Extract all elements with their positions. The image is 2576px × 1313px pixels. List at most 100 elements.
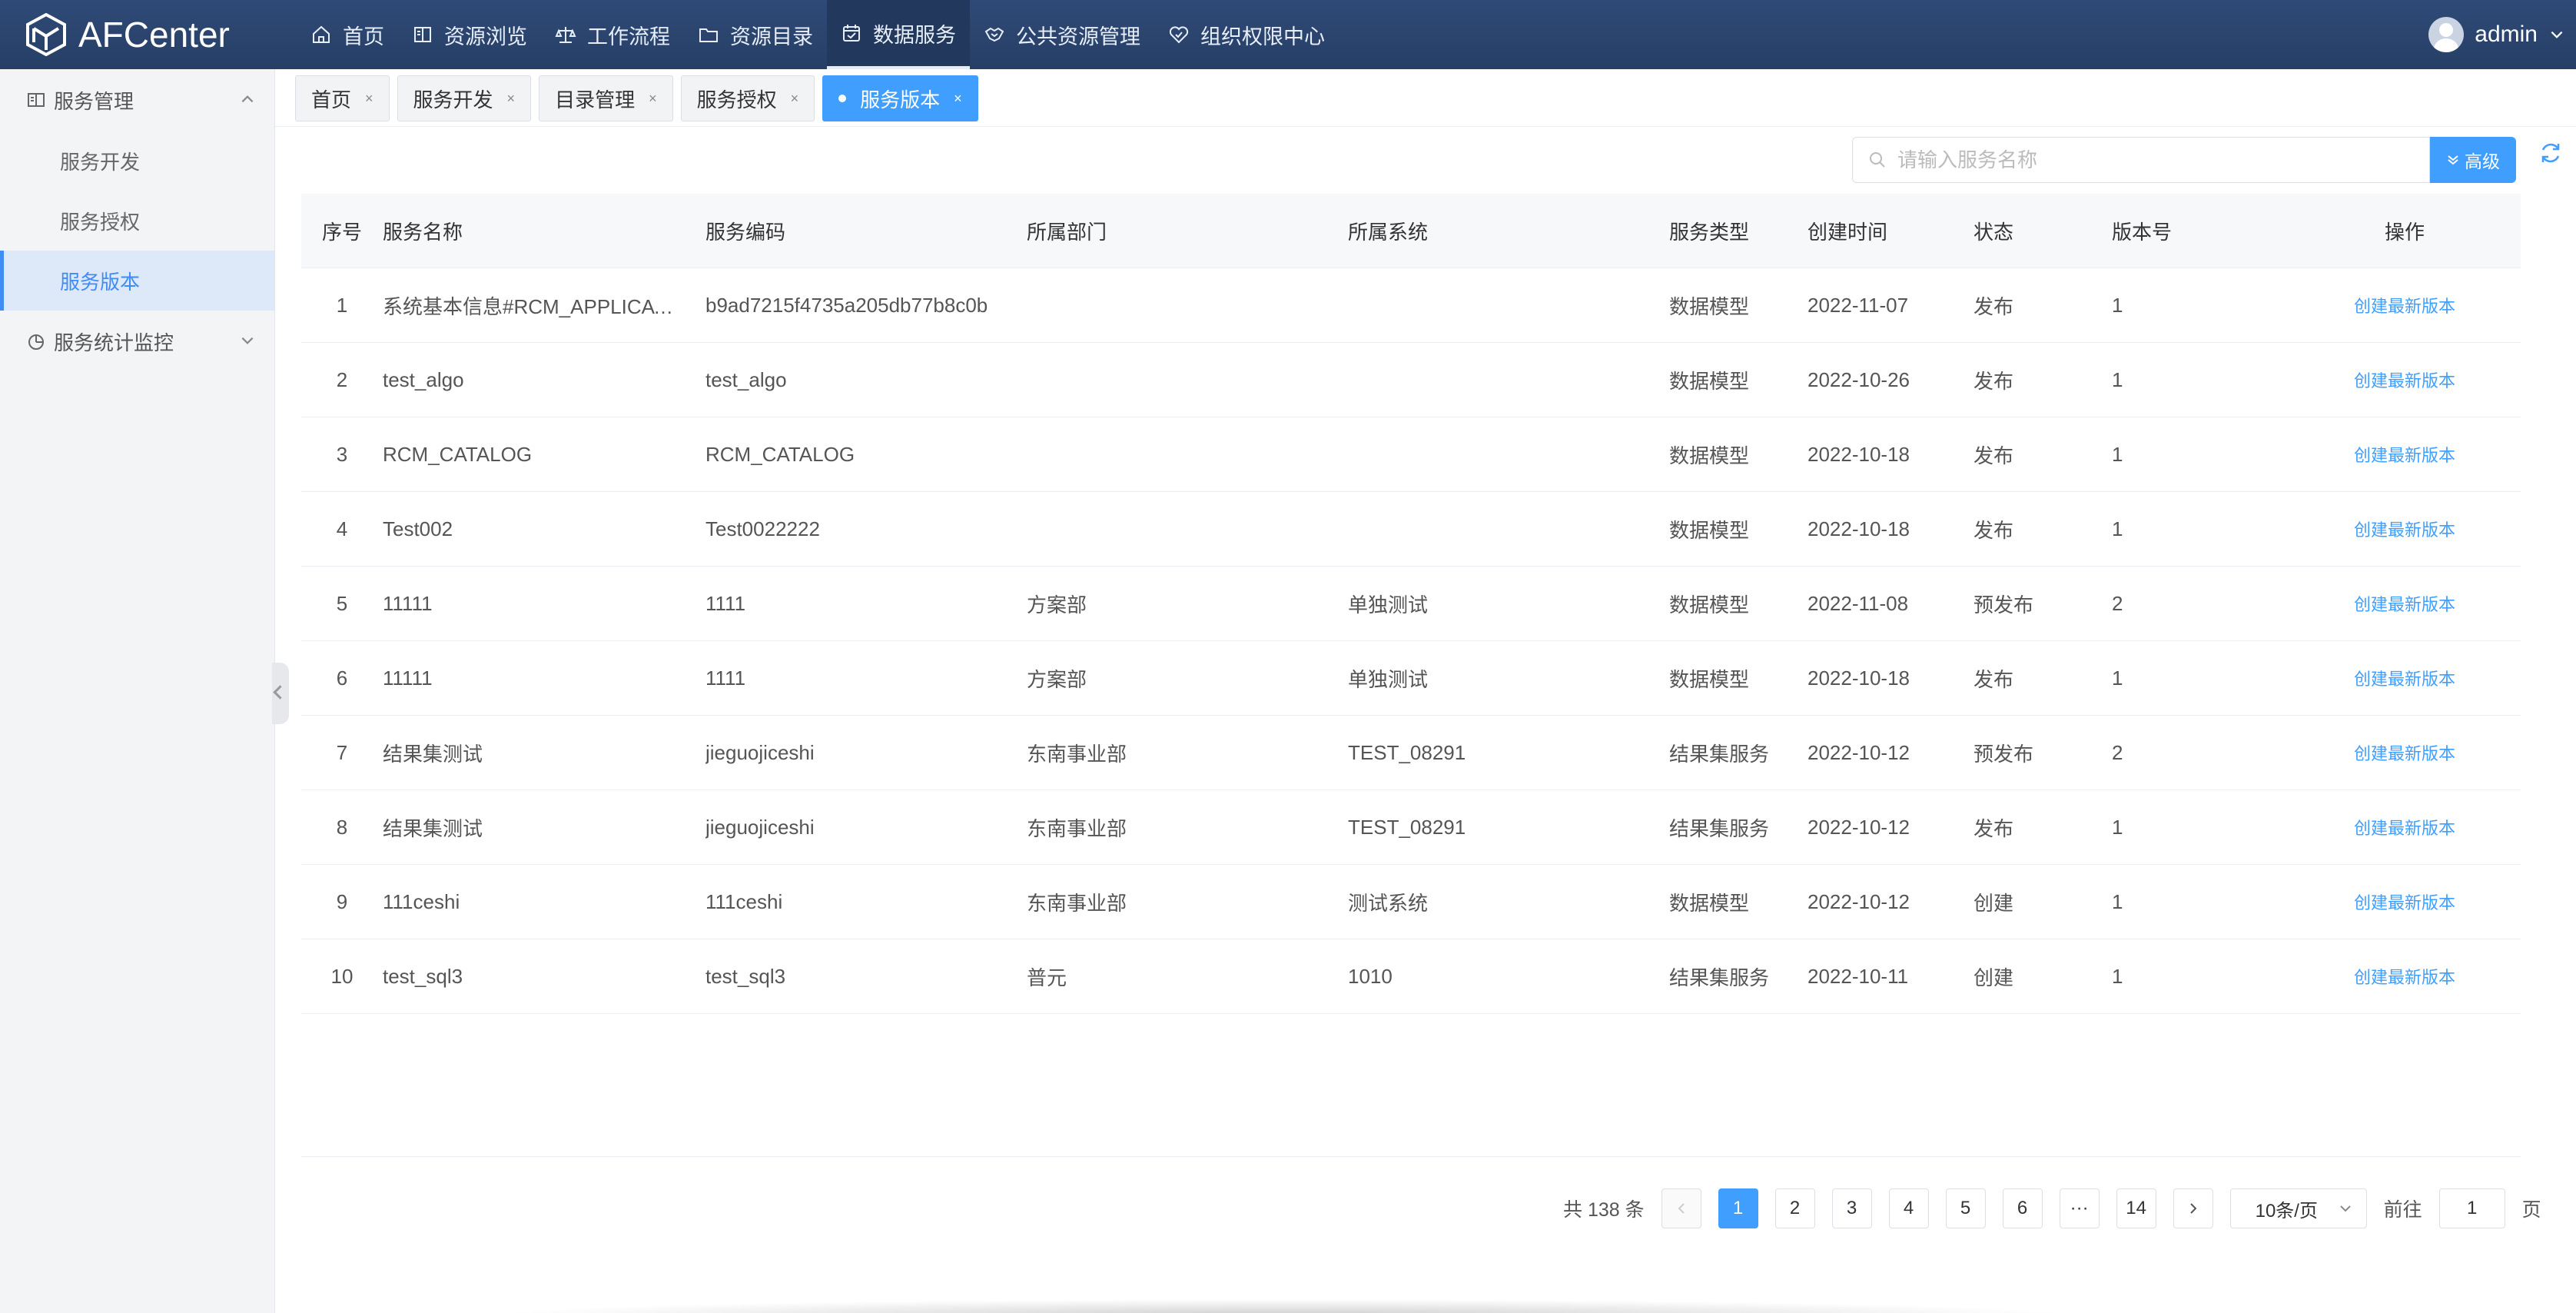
table-cell: 2022-11-08	[1808, 591, 1909, 615]
table-row[interactable]: 5 11111 1111 方案部 单独测试 数据模型 2022-11-08 预发布 2 创建最新版…	[301, 567, 2521, 641]
table-cell: 测试系统	[1348, 891, 1429, 915]
goto-page-input[interactable]	[2438, 1188, 2505, 1228]
nav-item-3[interactable]: 资源目录	[684, 0, 827, 69]
page-size-select[interactable]: 10条/页	[2229, 1188, 2367, 1228]
advanced-search-button[interactable]: 高级	[2430, 137, 2516, 183]
user-menu[interactable]: admin	[2428, 17, 2565, 52]
pie-chart-icon	[28, 334, 44, 350]
table-cell: 单独测试	[1348, 667, 1429, 691]
table-cell: 创建最新版本	[2289, 442, 2521, 467]
table-cell: TEST_08291	[1348, 815, 1466, 839]
tab-3[interactable]: 服务授权 ×	[680, 75, 815, 121]
page-button[interactable]: 14	[2116, 1188, 2156, 1228]
table-row[interactable]: 1 系统基本信息#RCM_APPLICATION b9ad7215f4735a205…	[301, 268, 2521, 343]
sidebar-item-service-dev[interactable]: 服务开发	[0, 131, 274, 191]
page-ellipsis[interactable]: ···	[2059, 1188, 2100, 1228]
goto-suffix: 页	[2521, 1199, 2541, 1221]
sidebar-collapse-handle[interactable]	[272, 663, 289, 724]
chevron-double-down-icon	[2448, 155, 2458, 165]
table-cell: 创建最新版本	[2289, 815, 2521, 839]
sidebar-item-service-auth[interactable]: 服务授权	[0, 191, 274, 251]
create-latest-version-link[interactable]: 创建最新版本	[2354, 595, 2455, 614]
table-cell: 创建最新版本	[2289, 517, 2521, 541]
create-latest-version-link[interactable]: 创建最新版本	[2354, 297, 2455, 316]
create-latest-version-link[interactable]: 创建最新版本	[2354, 670, 2455, 689]
refresh-icon[interactable]	[2538, 140, 2564, 166]
search-input[interactable]	[1897, 148, 2405, 172]
table-cell: 1	[2112, 367, 2123, 391]
sidebar-group-service-monitor[interactable]: 服务统计监控	[0, 311, 274, 372]
nav-item-5[interactable]: 公共资源管理	[970, 0, 1154, 69]
create-latest-version-link[interactable]: 创建最新版本	[2354, 520, 2455, 540]
nav-item-label: 组织权限中心	[1200, 25, 1325, 48]
nav-item-2[interactable]: 工作流程	[541, 0, 684, 69]
close-icon[interactable]: ×	[791, 91, 799, 107]
app-logo[interactable]: AFCenter	[26, 12, 230, 57]
next-page-button[interactable]	[2173, 1188, 2213, 1228]
page-button[interactable]: 1	[1718, 1188, 1758, 1228]
nav-item-0[interactable]: 首页	[297, 0, 398, 69]
table-cell: 2022-10-18	[1808, 666, 1910, 690]
tab-0[interactable]: 首页 ×	[295, 75, 390, 121]
search-box	[1852, 137, 2430, 183]
nav-item-6[interactable]: 组织权限中心	[1154, 0, 1339, 69]
table-cell: 1	[2112, 889, 2123, 913]
sidebar-group-service-management[interactable]: 服务管理	[0, 69, 274, 131]
table-cell: test_algo	[705, 367, 787, 391]
page-button[interactable]: 5	[1945, 1188, 1986, 1228]
table-cell: 创建	[1973, 966, 2014, 989]
create-latest-version-link[interactable]: 创建最新版本	[2354, 819, 2455, 838]
nav-item-1[interactable]: 资源浏览	[398, 0, 541, 69]
table-row[interactable]: 7 结果集测试 jieguojiceshi 东南事业部 TEST_08291 结果集服务 2…	[301, 716, 2521, 790]
table-row[interactable]: 4 Test002 Test0022222 数据模型 2022-10-18 发布 1 创建最新…	[301, 492, 2521, 567]
create-latest-version-link[interactable]: 创建最新版本	[2354, 446, 2455, 465]
table-cell: Test0022222	[705, 517, 820, 540]
table-cell: test_algo	[383, 367, 464, 391]
create-latest-version-link[interactable]: 创建最新版本	[2354, 968, 2455, 987]
page-button[interactable]: 3	[1831, 1188, 1872, 1228]
sidebar-item-service-version[interactable]: 服务版本	[0, 251, 274, 311]
close-icon[interactable]: ×	[365, 91, 373, 107]
page-tabs: 首页 × 服务开发 × 目录管理 × 服务授权 × 服务版本 ×	[295, 75, 978, 121]
nav-item-4[interactable]: 数据服务	[827, 0, 970, 69]
page-button[interactable]: 2	[1774, 1188, 1815, 1228]
pagination-total: 共 138 条	[1563, 1199, 1645, 1221]
pagination: 共 138 条 123456 ··· 14 10条/页 前往 页	[1563, 1188, 2541, 1228]
table-cell: 结果集测试	[383, 816, 483, 840]
close-icon[interactable]: ×	[954, 91, 962, 107]
table-cell: 创建最新版本	[2289, 740, 2521, 765]
table-cell: 发布	[1973, 444, 2014, 467]
tab-2[interactable]: 目录管理 ×	[539, 75, 673, 121]
table-cell: 111ceshi	[383, 889, 460, 913]
table-row[interactable]: 10 test_sql3 test_sql3 普元 1010 结果集服务 2022-10-1…	[301, 939, 2521, 1014]
close-icon[interactable]: ×	[507, 91, 516, 107]
table-cell: test_sql3	[383, 964, 463, 988]
table-row[interactable]: 9 111ceshi 111ceshi 东南事业部 测试系统 数据模型 2022-10-12…	[301, 865, 2521, 939]
create-latest-version-link[interactable]: 创建最新版本	[2354, 744, 2455, 763]
page-button[interactable]: 4	[1888, 1188, 1929, 1228]
table-cell: 方案部	[1027, 593, 1087, 617]
tab-4[interactable]: 服务版本 ×	[822, 75, 978, 121]
table-cell: 2	[2112, 740, 2123, 764]
chevron-down-icon	[241, 337, 254, 344]
column-header: 版本号	[2112, 220, 2173, 244]
table-cell: 1	[2112, 815, 2123, 839]
create-latest-version-link[interactable]: 创建最新版本	[2354, 371, 2455, 391]
prev-page-button[interactable]	[1661, 1188, 1701, 1228]
table-cell: 结果集服务	[1669, 742, 1770, 766]
folder-icon	[699, 28, 718, 42]
logo-icon	[26, 13, 66, 56]
table-row[interactable]: 3 RCM_CATALOG RCM_CATALOG 数据模型 2022-10-18 发布 1…	[301, 417, 2521, 492]
goto-prefix: 前往	[2383, 1199, 2422, 1221]
table-cell: Test002	[383, 517, 453, 540]
table-row[interactable]: 6 11111 1111 方案部 单独测试 数据模型 2022-10-18 发布 1 创建最新版本	[301, 641, 2521, 716]
table-cell: 2022-10-11	[1808, 964, 1909, 988]
table-row[interactable]: 8 结果集测试 jieguojiceshi 东南事业部 TEST_08291 结果集服务 2…	[301, 790, 2521, 865]
table-cell: 东南事业部	[1027, 742, 1127, 766]
heart-shield-icon	[1169, 26, 1189, 44]
tab-1[interactable]: 服务开发 ×	[397, 75, 532, 121]
close-icon[interactable]: ×	[649, 91, 657, 107]
table-row[interactable]: 2 test_algo test_algo 数据模型 2022-10-26 发布 1 创建最新…	[301, 343, 2521, 417]
page-button[interactable]: 6	[2002, 1188, 2043, 1228]
create-latest-version-link[interactable]: 创建最新版本	[2354, 893, 2455, 912]
